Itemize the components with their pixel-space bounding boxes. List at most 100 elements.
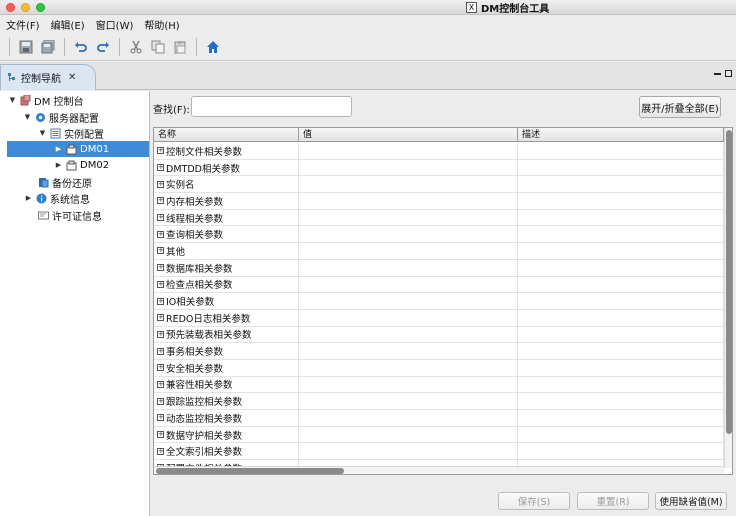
table-row[interactable]: + 线程相关参数 <box>154 209 724 227</box>
tree-node-server-config[interactable]: ▼ 服务器配置 <box>23 109 99 125</box>
table-row[interactable]: + 兼容性相关参数 <box>154 376 724 394</box>
expand-plus-icon[interactable]: + <box>157 180 164 188</box>
expanded-arrow-icon[interactable]: ▼ <box>8 96 17 105</box>
tree-node-system-info[interactable]: ▶ 系统信息 <box>24 190 90 206</box>
tree-node-license[interactable]: 许可证信息 <box>38 207 102 223</box>
use-default-button[interactable]: 使用缺省值(M) <box>655 492 727 510</box>
expand-plus-icon[interactable]: + <box>157 347 164 355</box>
save-all-button[interactable] <box>39 38 57 56</box>
expand-plus-icon[interactable]: + <box>157 314 164 322</box>
table-row[interactable]: + 安全相关参数 <box>154 359 724 377</box>
row-label: 兼容性相关参数 <box>166 380 233 392</box>
expand-plus-icon[interactable]: + <box>157 164 164 172</box>
row-label: 安全相关参数 <box>166 363 224 375</box>
menu-help[interactable]: 帮助(H) <box>144 17 179 32</box>
expand-collapse-all-button[interactable]: 展开/折叠全部(E) <box>639 96 721 118</box>
close-icon[interactable]: ✕ <box>68 72 76 83</box>
row-label: 线程相关参数 <box>166 213 224 225</box>
table-row[interactable]: + 动态监控相关参数 <box>154 410 724 427</box>
toolbar-separator <box>196 37 197 56</box>
expand-plus-icon[interactable]: + <box>157 197 164 205</box>
cell-name: + 检查点相关参数 <box>154 276 299 293</box>
collapsed-arrow-icon[interactable]: ▶ <box>54 161 63 170</box>
table-row[interactable]: + 跟踪监控相关参数 <box>154 393 724 410</box>
tree-node-backup[interactable]: 备份还原 <box>38 174 92 190</box>
column-header-name[interactable]: 名称 <box>154 128 299 142</box>
table-row[interactable]: + 查询相关参数 <box>154 226 724 244</box>
close-window-button[interactable] <box>6 3 15 12</box>
tree-node-dm01[interactable]: ▶ DM01 <box>7 141 149 157</box>
tree-node-root[interactable]: ▼ DM 控制台 <box>8 92 84 108</box>
collapsed-arrow-icon[interactable]: ▶ <box>54 145 63 154</box>
table-row[interactable]: + 检查点相关参数 <box>154 276 724 294</box>
cell-description <box>518 343 724 359</box>
cut-button[interactable] <box>127 38 145 56</box>
column-header-description[interactable]: 描述 <box>518 128 724 142</box>
expand-plus-icon[interactable]: + <box>157 364 164 372</box>
table-row[interactable]: + IO相关参数 <box>154 293 724 310</box>
expand-plus-icon[interactable]: + <box>157 431 164 439</box>
table-row[interactable]: + 数据库相关参数 <box>154 259 724 277</box>
reset-button[interactable]: 重置(R) <box>577 492 649 510</box>
list-icon <box>50 128 61 139</box>
redo-button[interactable] <box>94 38 112 56</box>
expand-plus-icon[interactable]: + <box>157 214 164 222</box>
home-icon <box>207 40 219 53</box>
horizontal-scrollbar[interactable] <box>154 466 724 474</box>
table-row[interactable]: + 事务相关参数 <box>154 343 724 360</box>
expand-plus-icon[interactable]: + <box>157 264 164 272</box>
home-button[interactable] <box>204 38 222 56</box>
vertical-scrollbar[interactable] <box>724 128 732 468</box>
expand-plus-icon[interactable]: + <box>157 280 164 288</box>
expanded-arrow-icon[interactable]: ▼ <box>23 113 32 122</box>
menu-file[interactable]: 文件(F) <box>6 17 40 32</box>
table-row[interactable]: + 内存相关参数 <box>154 193 724 210</box>
paste-button[interactable] <box>171 38 189 56</box>
cell-description <box>518 159 724 176</box>
expand-plus-icon[interactable]: + <box>157 247 164 255</box>
vertical-scroll-thumb[interactable] <box>726 130 732 434</box>
table-row[interactable]: + 预先装载表相关参数 <box>154 326 724 344</box>
expanded-arrow-icon[interactable]: ▼ <box>38 129 47 138</box>
table-row[interactable]: + 数据守护相关参数 <box>154 426 724 444</box>
zoom-window-button[interactable] <box>36 3 45 12</box>
cell-value <box>299 226 518 243</box>
tree-node-dm02[interactable]: ▶ DM02 <box>54 157 109 173</box>
cell-name: + IO相关参数 <box>154 293 299 309</box>
table-row[interactable]: + DMTDD相关参数 <box>154 159 724 177</box>
tree-label: 实例配置 <box>64 129 104 141</box>
expand-plus-icon[interactable]: + <box>157 147 164 155</box>
column-header-value[interactable]: 值 <box>299 128 518 142</box>
horizontal-scroll-thumb[interactable] <box>156 468 344 474</box>
expand-plus-icon[interactable]: + <box>157 397 164 405</box>
menu-window[interactable]: 窗口(W) <box>96 17 134 32</box>
tree-label: DM 控制台 <box>34 96 84 108</box>
expand-plus-icon[interactable]: + <box>157 330 164 338</box>
maximize-view-icon[interactable] <box>725 70 732 77</box>
navigator-icon <box>7 72 18 83</box>
expand-plus-icon[interactable]: + <box>157 414 164 422</box>
copy-button[interactable] <box>149 38 167 56</box>
table-row[interactable]: + 实例名 <box>154 176 724 194</box>
save-button[interactable] <box>17 38 35 56</box>
table-row[interactable]: + 其他 <box>154 243 724 260</box>
table-row[interactable]: + REDO日志相关参数 <box>154 309 724 327</box>
save-button[interactable]: 保存(S) <box>498 492 570 510</box>
expand-plus-icon[interactable]: + <box>157 230 164 238</box>
row-label: 内存相关参数 <box>166 196 224 208</box>
table-row[interactable]: + 全文索引相关参数 <box>154 443 724 461</box>
cell-value <box>299 193 518 209</box>
tab-control-navigator[interactable]: 控制导航 ✕ <box>0 64 96 90</box>
menu-edit[interactable]: 编辑(E) <box>51 17 85 32</box>
minimize-window-button[interactable] <box>21 3 30 12</box>
undo-button[interactable] <box>72 38 90 56</box>
toolbar-separator <box>9 37 10 56</box>
table-row[interactable]: + 控制文件相关参数 <box>154 143 724 160</box>
search-input[interactable] <box>191 96 352 117</box>
collapsed-arrow-icon[interactable]: ▶ <box>24 194 33 203</box>
expand-plus-icon[interactable]: + <box>157 297 164 305</box>
expand-plus-icon[interactable]: + <box>157 380 164 388</box>
expand-plus-icon[interactable]: + <box>157 447 164 455</box>
tree-node-instance-config[interactable]: ▼ 实例配置 <box>38 125 104 141</box>
minimize-view-icon[interactable] <box>714 73 721 75</box>
